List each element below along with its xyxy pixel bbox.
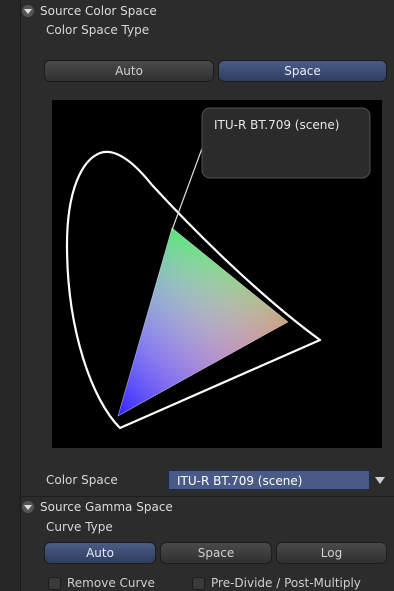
curve-type-space-button[interactable]: Space <box>160 542 272 564</box>
color-space-type-label: Color Space Type <box>46 23 150 37</box>
chromaticity-diagram: ITU-R BT.709 (scene) <box>52 100 382 448</box>
collapse-triangle-icon[interactable] <box>22 5 34 17</box>
collapse-triangle-icon[interactable] <box>22 501 34 513</box>
curve-type-auto-button[interactable]: Auto <box>44 542 156 564</box>
color-space-selected-value[interactable]: ITU-R BT.709 (scene) <box>168 470 370 490</box>
gamut-triangle <box>117 227 289 417</box>
pre-divide-checkbox[interactable]: Pre-Divide / Post-Multiply <box>192 576 361 590</box>
color-space-label: Color Space <box>46 473 118 487</box>
color-space-type-space-button[interactable]: Space <box>218 60 387 82</box>
dropdown-arrow-icon[interactable] <box>370 470 390 490</box>
curve-type-log-button[interactable]: Log <box>276 542 387 564</box>
checkbox-box[interactable] <box>48 576 61 590</box>
section-source-color-space[interactable]: Source Color Space <box>22 2 157 20</box>
remove-curve-checkbox[interactable]: Remove Curve <box>48 576 155 590</box>
curve-type-label: Curve Type <box>46 520 113 534</box>
checkbox-box[interactable] <box>192 576 205 590</box>
color-space-select[interactable]: ITU-R BT.709 (scene) <box>168 470 390 490</box>
pre-divide-label: Pre-Divide / Post-Multiply <box>211 576 361 590</box>
remove-curve-label: Remove Curve <box>67 576 155 590</box>
annotation-label: ITU-R BT.709 (scene) <box>214 118 339 132</box>
color-space-type-auto-button[interactable]: Auto <box>44 60 214 82</box>
section-header-label: Source Color Space <box>40 4 157 18</box>
left-gutter <box>0 0 21 591</box>
section-source-gamma-space[interactable]: Source Gamma Space <box>22 498 173 516</box>
divider <box>20 496 394 497</box>
chromaticity-svg: ITU-R BT.709 (scene) <box>65 107 371 430</box>
section-header-label: Source Gamma Space <box>40 500 173 514</box>
